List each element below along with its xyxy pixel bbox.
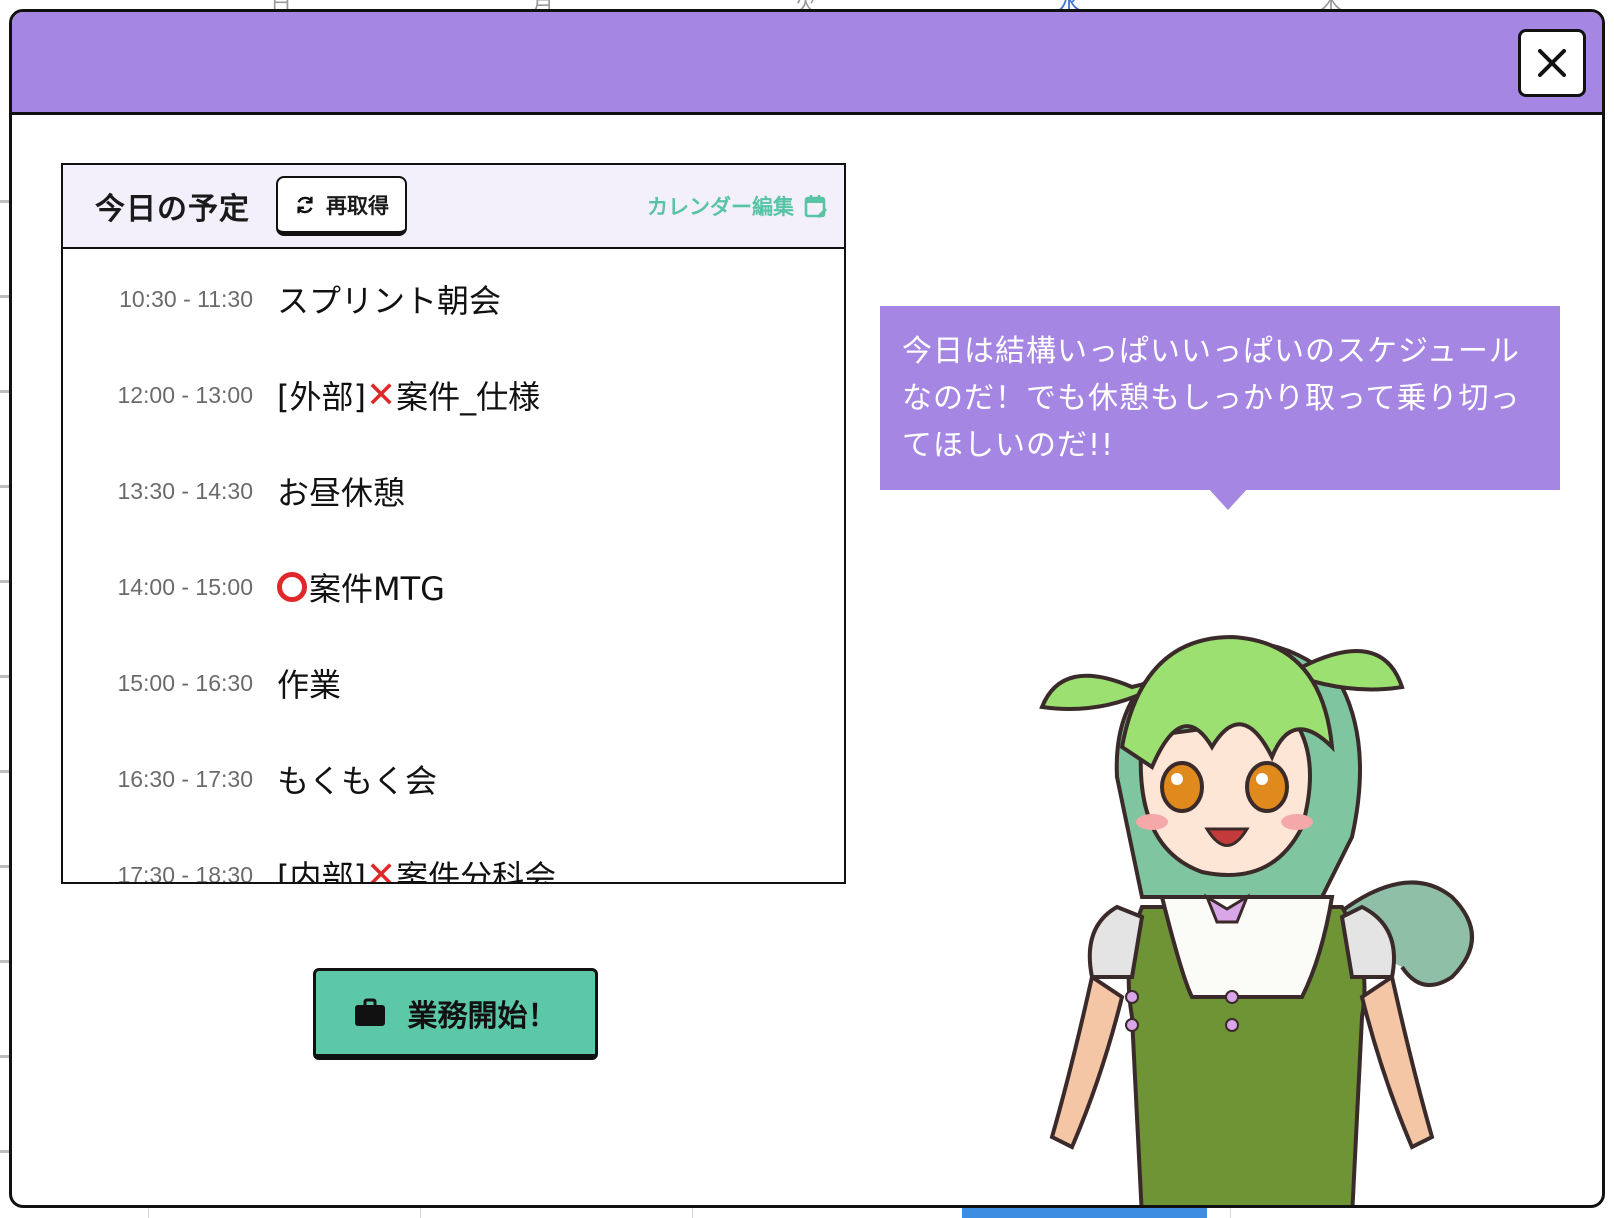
briefcase-icon [354,998,385,1026]
event-title: [外部] ✕ 案件_仕様 [277,372,540,418]
close-button[interactable] [1518,29,1586,97]
event-title-text: 作業 [277,666,342,704]
event-row[interactable]: 13:30 - 14:30 お昼休憩 [63,443,844,539]
speech-line: なのだ！でも休憩もしっかり取って乗り切っ [902,381,1521,416]
start-work-button[interactable]: 業務開始！ [313,968,598,1060]
cross-mark-icon: ✕ [365,854,397,883]
event-title-text: スプリント朝会 [277,282,502,320]
today-schedule-panel: 今日の予定 再取得 カレンダー編集 10:30 - 11:30 スプリント朝会 … [61,163,846,884]
schedule-panel-header: 今日の予定 再取得 カレンダー編集 [63,165,844,249]
event-time: 15:00 - 16:30 [117,669,253,696]
event-list: 10:30 - 11:30 スプリント朝会 12:00 - 13:00 [外部]… [63,251,844,882]
event-time: 12:00 - 13:00 [117,381,253,408]
refresh-icon [297,196,313,213]
speech-bubble-tail [1208,488,1248,510]
event-title-suffix: 案件分科会 [396,858,557,882]
event-title: 作業 [277,660,341,706]
speech-bubble: 今日は結構いっぱいいっぱいのスケジュール なのだ！でも休憩もしっかり取って乗り切… [880,306,1560,490]
calendar-edit-label: カレンダー編集 [647,195,794,219]
close-icon [1538,49,1566,77]
event-title: [内部] ✕ 案件分科会 [277,852,557,883]
event-title-suffix: 案件MTG [309,570,445,608]
mascot-character [1039,634,1474,1205]
event-title-text: [内部] [277,858,366,882]
event-row[interactable]: 10:30 - 11:30 スプリント朝会 [63,251,844,347]
event-title: お昼休憩 [277,468,405,514]
refetch-button[interactable]: 再取得 [276,176,407,236]
event-time: 10:30 - 11:30 [119,285,253,312]
event-title: 案件MTG [277,564,445,610]
event-title: スプリント朝会 [277,276,501,322]
event-time: 14:00 - 15:00 [117,573,253,600]
cross-mark-icon: ✕ [365,374,397,416]
event-time: 17:30 - 18:30 [117,861,253,883]
refetch-label: 再取得 [326,193,389,218]
event-row[interactable]: 16:30 - 17:30 もくもく会 [63,731,844,827]
event-row[interactable]: 15:00 - 16:30 作業 [63,635,844,731]
event-row[interactable]: 12:00 - 13:00 [外部] ✕ 案件_仕様 [63,347,844,443]
start-work-label: 業務開始！ [407,998,558,1034]
event-title-suffix: 案件_仕様 [396,378,541,416]
schedule-modal: 今日の予定 再取得 カレンダー編集 10:30 - 11:30 スプリント朝会 … [9,9,1605,1208]
event-row[interactable]: 17:30 - 18:30 [内部] ✕ 案件分科会 [63,827,844,883]
calendar-edit-icon [804,195,828,219]
event-time: 16:30 - 17:30 [117,765,253,792]
speech-line: てほしいのだ!! [902,428,1115,463]
event-title-text: お昼休憩 [277,474,406,512]
modal-header [12,12,1602,115]
event-title-text: [外部] [277,378,366,416]
event-row[interactable]: 14:00 - 15:00 案件MTG [63,539,844,635]
event-time: 13:30 - 14:30 [117,477,253,504]
event-title: もくもく会 [277,756,437,802]
event-title-text: もくもく会 [277,762,438,800]
speech-line: 今日は結構いっぱいいっぱいのスケジュール [902,334,1520,369]
calendar-edit-link[interactable]: カレンダー編集 [647,191,828,221]
schedule-title: 今日の予定 [95,192,250,227]
circle-mark-icon [277,572,307,602]
